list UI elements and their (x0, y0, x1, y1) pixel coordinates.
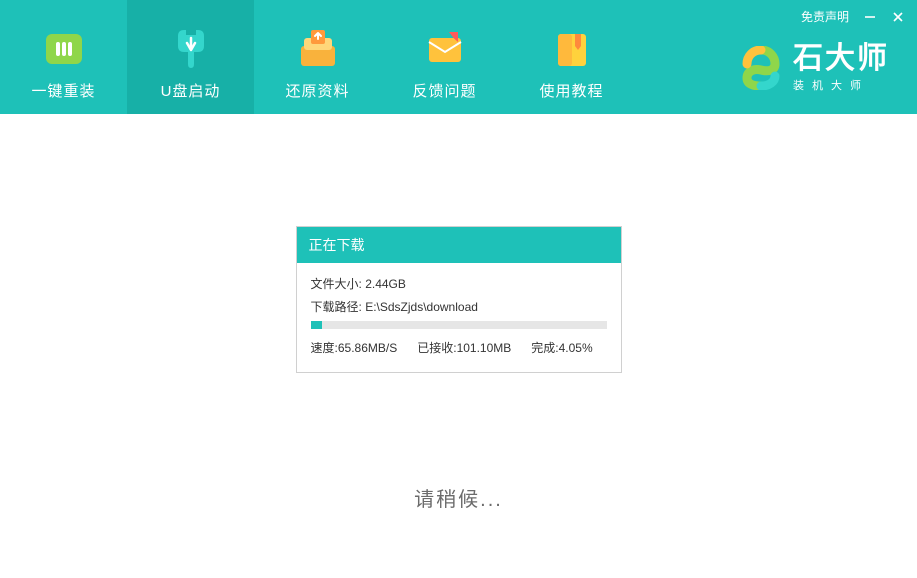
stats-row: 速度:65.86MB/S 已接收:101.10MB 完成:4.05% (311, 339, 607, 356)
nav-item-tutorial[interactable]: 使用教程 (508, 0, 635, 114)
restore-icon (297, 28, 339, 70)
nav-label: 还原资料 (285, 80, 349, 101)
brand-subtitle: 装机大师 (793, 77, 889, 93)
reinstall-icon (43, 28, 85, 70)
file-size-row: 文件大小: 2.44GB (311, 275, 607, 292)
usb-boot-icon (170, 28, 212, 70)
nav-item-restore[interactable]: 还原资料 (254, 0, 381, 114)
received-stat: 已接收:101.10MB (417, 339, 511, 356)
nav-label: 一键重装 (31, 80, 95, 101)
path-label: 下载路径: (311, 300, 362, 314)
nav-label: 使用教程 (539, 80, 603, 101)
nav: 一键重装 U盘启动 还原资料 (0, 0, 635, 114)
file-size-value: 2.44GB (365, 277, 406, 291)
completed-value: 4.05% (559, 341, 593, 355)
brand: 石大师 装机大师 (739, 42, 889, 93)
brand-text: 石大师 装机大师 (793, 42, 889, 93)
nav-item-feedback[interactable]: 反馈问题 (381, 0, 508, 114)
progress-fill (311, 321, 323, 329)
completed-stat: 完成:4.05% (531, 339, 592, 356)
speed-label: 速度: (311, 341, 338, 355)
download-title: 正在下载 (297, 227, 621, 263)
nav-item-usb-boot[interactable]: U盘启动 (127, 0, 254, 114)
download-body: 文件大小: 2.44GB 下载路径: E:\SdsZjds\download 速… (297, 263, 621, 372)
content: 正在下载 文件大小: 2.44GB 下载路径: E:\SdsZjds\downl… (0, 114, 917, 578)
feedback-icon (424, 28, 466, 70)
completed-label: 完成: (531, 341, 558, 355)
received-label: 已接收: (417, 341, 456, 355)
tutorial-icon (551, 28, 593, 70)
nav-label: U盘启动 (161, 80, 221, 101)
file-size-label: 文件大小: (311, 277, 362, 291)
nav-label: 反馈问题 (412, 80, 476, 101)
progress-bar (311, 321, 607, 329)
received-value: 101.10MB (457, 341, 512, 355)
nav-item-reinstall[interactable]: 一键重装 (0, 0, 127, 114)
speed-stat: 速度:65.86MB/S (311, 339, 398, 356)
path-value: E:\SdsZjds\download (365, 300, 478, 314)
wait-text: 请稍候... (414, 483, 503, 512)
close-button[interactable] (891, 10, 905, 24)
minimize-button[interactable] (863, 10, 877, 24)
brand-name: 石大师 (793, 42, 889, 75)
speed-value: 65.86MB/S (338, 341, 397, 355)
disclaimer-link[interactable]: 免责声明 (801, 8, 849, 25)
brand-logo-icon (739, 46, 783, 90)
download-panel: 正在下载 文件大小: 2.44GB 下载路径: E:\SdsZjds\downl… (296, 226, 622, 373)
title-controls: 免责声明 (801, 8, 905, 25)
header: 一键重装 U盘启动 还原资料 (0, 0, 917, 114)
path-row: 下载路径: E:\SdsZjds\download (311, 298, 607, 315)
